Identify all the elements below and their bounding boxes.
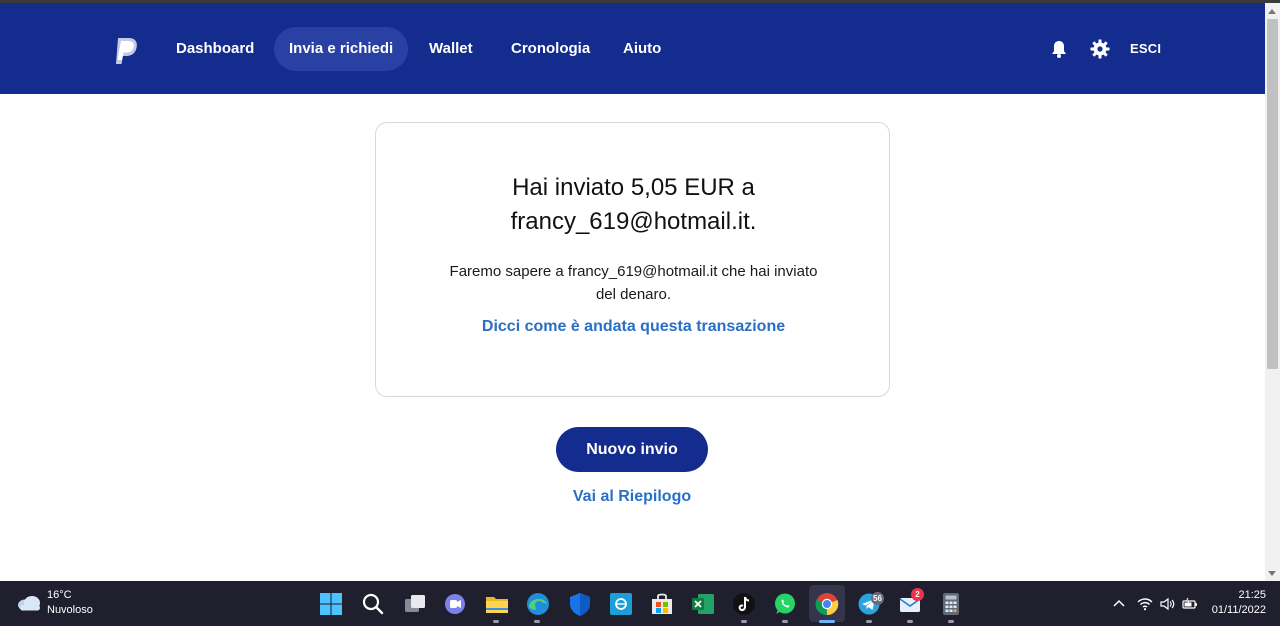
feedback-link[interactable]: Dicci come è andata questa transazione — [376, 318, 891, 336]
mail-badge: 2 — [911, 588, 924, 601]
running-indicator — [782, 620, 788, 623]
headline-amount-line: Hai inviato 5,05 EUR a — [512, 174, 755, 201]
scroll-up-arrow-icon[interactable] — [1268, 9, 1276, 14]
weather-description[interactable]: Nuvoloso — [47, 604, 93, 616]
message-line-2: del denaro. — [595, 286, 672, 303]
whatsapp-icon[interactable] — [771, 590, 799, 618]
tiktok-icon[interactable] — [730, 590, 758, 618]
confirmation-headline: Hai inviato 5,05 EUR a francy_619@hotmai… — [376, 171, 891, 239]
nav-dashboard[interactable]: Dashboard — [161, 27, 269, 71]
file-explorer-icon[interactable] — [483, 590, 511, 618]
confirmation-message: Faremo sapere a francy_619@hotmail.it ch… — [416, 260, 851, 306]
edge-browser-icon[interactable] — [524, 590, 552, 618]
running-indicator — [741, 620, 747, 623]
running-indicator — [907, 620, 913, 623]
summary-link[interactable]: Vai al Riepilogo — [500, 488, 764, 506]
security-shield-icon[interactable] — [566, 590, 594, 618]
running-indicator — [948, 620, 954, 623]
nav-invia-e-richiedi[interactable]: Invia e richiedi — [274, 27, 409, 71]
page-scrollbar[interactable] — [1265, 3, 1280, 581]
logout-link[interactable]: ESCI — [1130, 41, 1161, 56]
chevron-up-icon[interactable] — [1111, 596, 1127, 612]
confirmation-card: Hai inviato 5,05 EUR a francy_619@hotmai… — [375, 122, 890, 397]
top-navigation-bar: Dashboard Invia e richiedi Wallet Cronol… — [0, 3, 1265, 94]
clock-time[interactable]: 21:25 — [1216, 589, 1266, 601]
message-line-1: Faremo sapere a francy_619@hotmail.it ch… — [449, 263, 818, 280]
headline-recipient-line: francy_619@hotmail.it. — [510, 208, 757, 235]
weather-temperature[interactable]: 16°C — [47, 589, 72, 601]
bell-icon[interactable] — [1049, 39, 1069, 59]
company-portal-icon[interactable] — [607, 590, 635, 618]
running-indicator — [534, 620, 540, 623]
windows-taskbar: 16°C Nuvoloso 56 2 21:25 01/11/2022 — [0, 581, 1280, 626]
gear-icon[interactable] — [1090, 39, 1110, 59]
clock-date[interactable]: 01/11/2022 — [1206, 604, 1266, 616]
chrome-icon[interactable] — [813, 590, 841, 618]
wifi-icon[interactable] — [1137, 596, 1153, 612]
active-indicator — [819, 620, 835, 623]
battery-icon[interactable] — [1182, 596, 1198, 612]
running-indicator — [493, 620, 499, 623]
running-indicator — [866, 620, 872, 623]
task-view-icon[interactable] — [401, 590, 429, 618]
search-icon[interactable] — [359, 590, 387, 618]
nav-cronologia[interactable]: Cronologia — [496, 27, 605, 71]
nav-wallet[interactable]: Wallet — [414, 27, 488, 71]
windows-start-icon[interactable] — [317, 590, 345, 618]
microsoft-store-icon[interactable] — [648, 590, 676, 618]
telegram-badge: 56 — [871, 592, 884, 605]
scroll-thumb[interactable] — [1267, 19, 1278, 369]
paypal-logo-icon[interactable] — [112, 36, 140, 66]
cloud-icon[interactable] — [16, 595, 42, 611]
calculator-icon[interactable] — [937, 590, 965, 618]
nav-aiuto[interactable]: Aiuto — [608, 27, 676, 71]
teams-chat-icon[interactable] — [441, 590, 469, 618]
scroll-down-arrow-icon[interactable] — [1268, 571, 1276, 576]
volume-icon[interactable] — [1159, 596, 1175, 612]
excel-icon[interactable] — [689, 590, 717, 618]
new-send-button[interactable]: Nuovo invio — [556, 427, 708, 472]
